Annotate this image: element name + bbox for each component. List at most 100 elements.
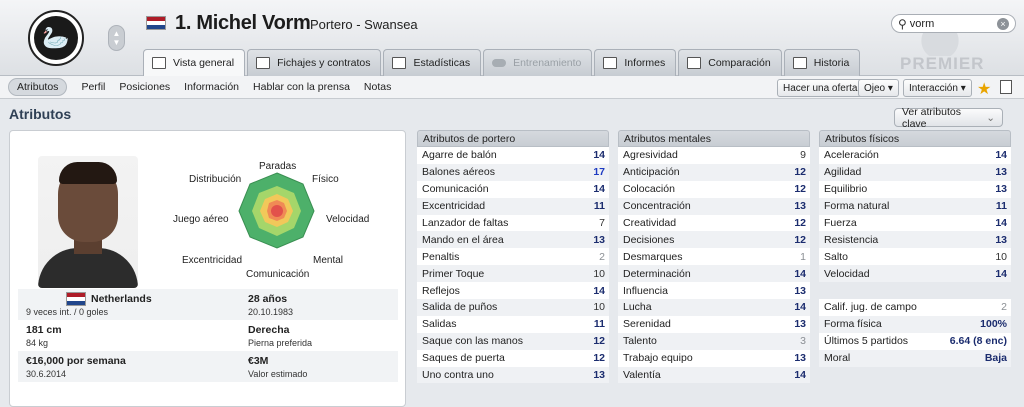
subnav-press[interactable]: Hablar con la prensa: [253, 81, 350, 93]
key-attributes-dropdown[interactable]: Ver atributos clave ⌄: [894, 106, 1003, 130]
chevron-up-icon[interactable]: ▲: [113, 29, 121, 38]
attribute-value: 14: [794, 267, 806, 280]
attribute-row[interactable]: Saques de puerta 12: [417, 349, 609, 367]
attribute-row[interactable]: Concentración 13: [618, 197, 810, 215]
tab-label: Vista general: [173, 57, 235, 69]
table-body: Aceleración 14 Agilidad 13 Equilibrio 13 Forma…: [819, 147, 1011, 283]
attribute-row[interactable]: Determinación 14: [618, 265, 810, 283]
attribute-row[interactable]: Desmarques 1: [618, 248, 810, 266]
search-value[interactable]: vorm: [910, 18, 997, 30]
attribute-row[interactable]: Resistencia 13: [819, 231, 1011, 249]
tab-history[interactable]: Historia: [783, 49, 861, 76]
attribute-value: 12: [794, 233, 806, 246]
cloud-icon: [492, 59, 507, 67]
attribute-row[interactable]: Balones aéreos 17: [417, 163, 609, 181]
attribute-row[interactable]: Valentía 14: [618, 366, 810, 384]
tab-transfers-contracts[interactable]: Fichajes y contratos: [247, 49, 382, 76]
tab-reports[interactable]: Informes: [594, 49, 677, 76]
subnav-attributes[interactable]: Atributos: [8, 78, 68, 96]
attribute-row[interactable]: Salida de puños 10: [417, 299, 609, 316]
attribute-row[interactable]: Uno contra uno 13: [417, 366, 609, 384]
subnav-positions[interactable]: Posiciones: [119, 81, 170, 93]
attribute-row[interactable]: Comunicación 14: [417, 180, 609, 198]
attribute-row[interactable]: Mando en el área 13: [417, 231, 609, 249]
attribute-row[interactable]: Primer Toque 10: [417, 265, 609, 283]
attribute-row[interactable]: Reflejos 14: [417, 282, 609, 300]
attribute-row[interactable]: Trabajo equipo 13: [618, 349, 810, 367]
attribute-row[interactable]: Excentricidad 11: [417, 197, 609, 215]
attribute-name: Fuerza: [824, 217, 857, 229]
attribute-row[interactable]: Aceleración 14: [819, 147, 1011, 164]
attribute-row[interactable]: Últimos 5 partidos 6.64 (8 enc): [819, 332, 1011, 350]
club-badge[interactable]: 🦢: [28, 10, 84, 66]
attribute-row[interactable]: Colocación 12: [618, 180, 810, 198]
tab-training[interactable]: Entrenamiento: [483, 49, 593, 76]
subnav-profile[interactable]: Perfil: [81, 81, 105, 93]
attribute-value: 13: [794, 318, 806, 331]
nationality-cell[interactable]: Netherlands 9 veces int. / 0 goles: [18, 289, 208, 320]
radar-label-communication: Comunicación: [246, 269, 310, 280]
scout-dropdown[interactable]: Ojeo ▾: [858, 79, 899, 97]
report-icon: [603, 57, 618, 69]
radar-label-eccentricity: Excentricidad: [182, 255, 243, 266]
make-offer-button[interactable]: Hacer una oferta: [777, 79, 864, 97]
physical-attributes-table: Atributos físicos Aceleración 14 Agilidad 1…: [819, 130, 1011, 367]
prev-next-player-stepper[interactable]: ▲ ▼: [108, 25, 125, 51]
foot-cell: Derecha Pierna preferida: [208, 320, 398, 351]
attribute-name: Salida de puños: [422, 301, 498, 314]
attribute-row[interactable]: Salto 10: [819, 248, 1011, 266]
attribute-row[interactable]: Salidas 11: [417, 315, 609, 333]
subnav-notes[interactable]: Notas: [364, 81, 391, 93]
attribute-row[interactable]: Lucha 14: [618, 299, 810, 316]
attribute-row[interactable]: Equilibrio 13: [819, 180, 1011, 198]
overview-icon: [152, 57, 166, 69]
age: 28 años: [248, 292, 288, 305]
attribute-row[interactable]: Agilidad 13: [819, 163, 1011, 181]
nationality-flag-icon: [146, 16, 166, 30]
table-header: Atributos físicos: [819, 130, 1011, 147]
chevron-down-icon[interactable]: ▼: [113, 38, 121, 47]
attribute-row[interactable]: Calif. jug. de campo 2: [819, 299, 1011, 316]
attribute-value: 13: [995, 233, 1007, 246]
attribute-row[interactable]: Moral Baja: [819, 349, 1011, 367]
search-input[interactable]: ⚲ vorm ×: [891, 14, 1016, 33]
attribute-row[interactable]: Agresividad 9: [618, 147, 810, 164]
attribute-row[interactable]: Penaltis 2: [417, 248, 609, 266]
wage-cell[interactable]: €16,000 por semana 30.6.2014: [18, 351, 208, 382]
attribute-value: 10: [593, 267, 605, 280]
interaction-dropdown[interactable]: Interacción ▾: [903, 79, 972, 97]
tab-overview[interactable]: Vista general: [143, 49, 246, 76]
swan-icon: 🦢: [34, 16, 78, 60]
attribute-row[interactable]: Decisiones 12: [618, 231, 810, 249]
attribute-row[interactable]: Influencia 13: [618, 282, 810, 300]
attribute-row[interactable]: Agarre de balón 14: [417, 147, 609, 164]
attribute-row[interactable]: Velocidad 14: [819, 265, 1011, 283]
attribute-value: 9: [800, 149, 806, 162]
attribute-row[interactable]: Anticipación 12: [618, 163, 810, 181]
attribute-name: Saque con las manos: [422, 335, 523, 348]
age-cell: 28 años 20.10.1983: [208, 289, 398, 320]
radar-label-physical: Físico: [312, 174, 339, 185]
info-row: €16,000 por semana 30.6.2014 €3M Valor e…: [18, 351, 398, 382]
attribute-name: Últimos 5 partidos: [824, 335, 909, 348]
attribute-row[interactable]: Forma física 100%: [819, 315, 1011, 333]
tab-comparison[interactable]: Comparación: [678, 49, 782, 76]
attribute-row[interactable]: Talento 3: [618, 332, 810, 350]
attribute-value: 13: [794, 200, 806, 213]
attribute-row[interactable]: Lanzador de faltas 7: [417, 214, 609, 232]
subnav-information[interactable]: Información: [184, 81, 239, 93]
player-position-club[interactable]: Portero - Swansea: [310, 17, 418, 32]
attribute-row[interactable]: Fuerza 14: [819, 214, 1011, 232]
attribute-value: 100%: [980, 318, 1007, 331]
attribute-name: Trabajo equipo: [623, 352, 693, 365]
tab-statistics[interactable]: Estadísticas: [383, 49, 482, 76]
add-note-icon[interactable]: [1000, 80, 1012, 94]
star-icon[interactable]: ★: [977, 79, 991, 99]
attribute-row[interactable]: Creatividad 12: [618, 214, 810, 232]
attribute-value: 13: [995, 183, 1007, 196]
clear-search-icon[interactable]: ×: [997, 17, 1009, 30]
attribute-row[interactable]: Saque con las manos 12: [417, 332, 609, 350]
attribute-row[interactable]: Serenidad 13: [618, 315, 810, 333]
attribute-row[interactable]: Forma natural 11: [819, 197, 1011, 215]
preferred-foot-label: Pierna preferida: [248, 338, 313, 348]
